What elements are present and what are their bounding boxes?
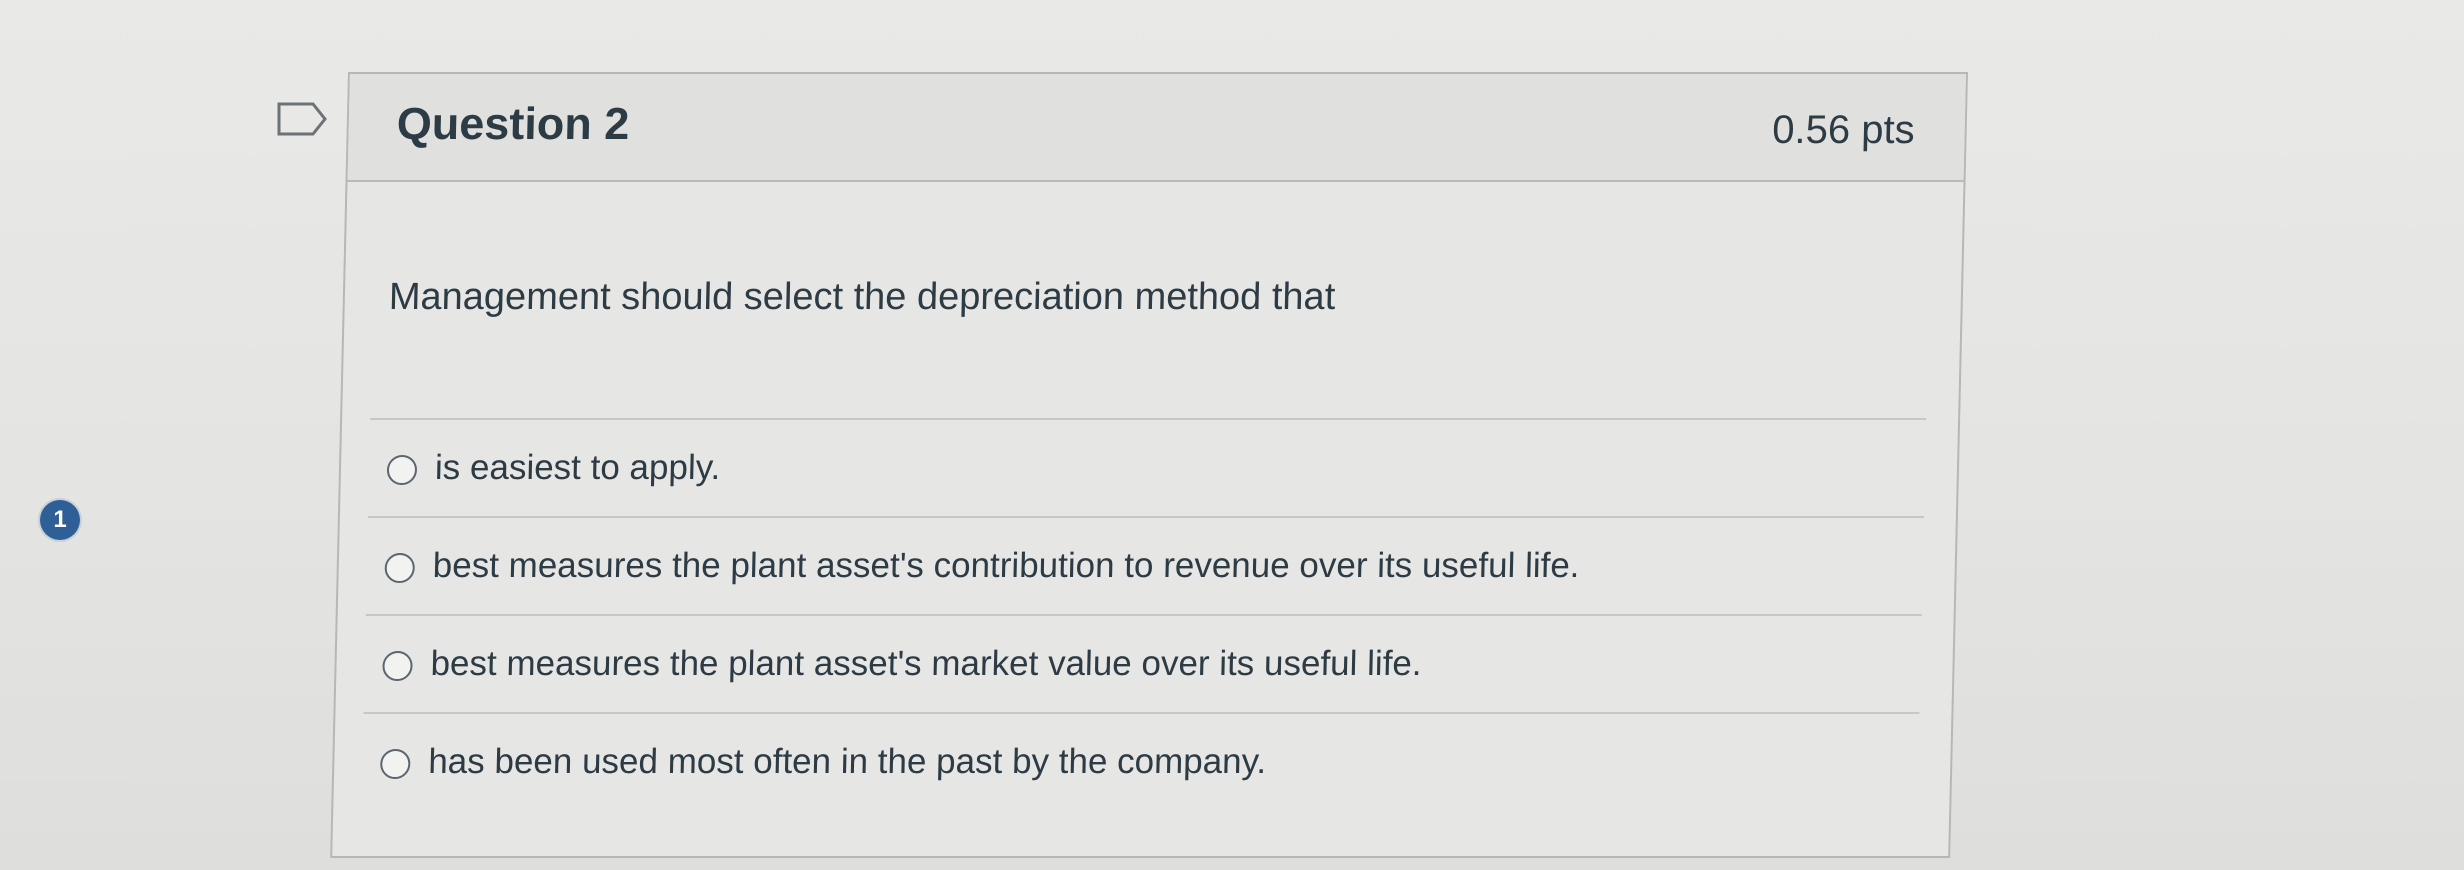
question-header: Question 2 0.56 pts: [347, 74, 1966, 182]
answer-label: has been used most often in the past by …: [427, 742, 1267, 781]
question-card: Question 2 0.56 pts Management should se…: [330, 72, 1968, 858]
answer-label: is easiest to apply.: [434, 448, 721, 487]
radio-button-icon[interactable]: [382, 651, 413, 681]
question-title: Question 2: [396, 98, 630, 149]
answer-option[interactable]: best measures the plant asset's contribu…: [365, 516, 1924, 614]
radio-button-icon[interactable]: [379, 749, 411, 779]
radio-button-icon[interactable]: [386, 455, 418, 485]
radio-button-icon[interactable]: [384, 553, 416, 583]
question-number-badge: 1: [40, 500, 80, 540]
answer-option[interactable]: best measures the plant asset's market v…: [363, 614, 1922, 712]
answer-label: best measures the plant asset's contribu…: [432, 546, 1580, 585]
points-value: 0.56 pts: [1771, 108, 1916, 152]
answer-option[interactable]: has been used most often in the past by …: [361, 712, 1920, 810]
answer-option[interactable]: is easiest to apply.: [367, 418, 1927, 516]
answer-label: best measures the plant asset's market v…: [430, 644, 1423, 683]
question-body: Management should select the depreciatio…: [332, 180, 1963, 856]
flag-icon[interactable]: [276, 101, 328, 137]
question-text: Management should select the depreciatio…: [388, 276, 1336, 318]
answer-list: is easiest to apply. best measures the p…: [361, 418, 1927, 810]
